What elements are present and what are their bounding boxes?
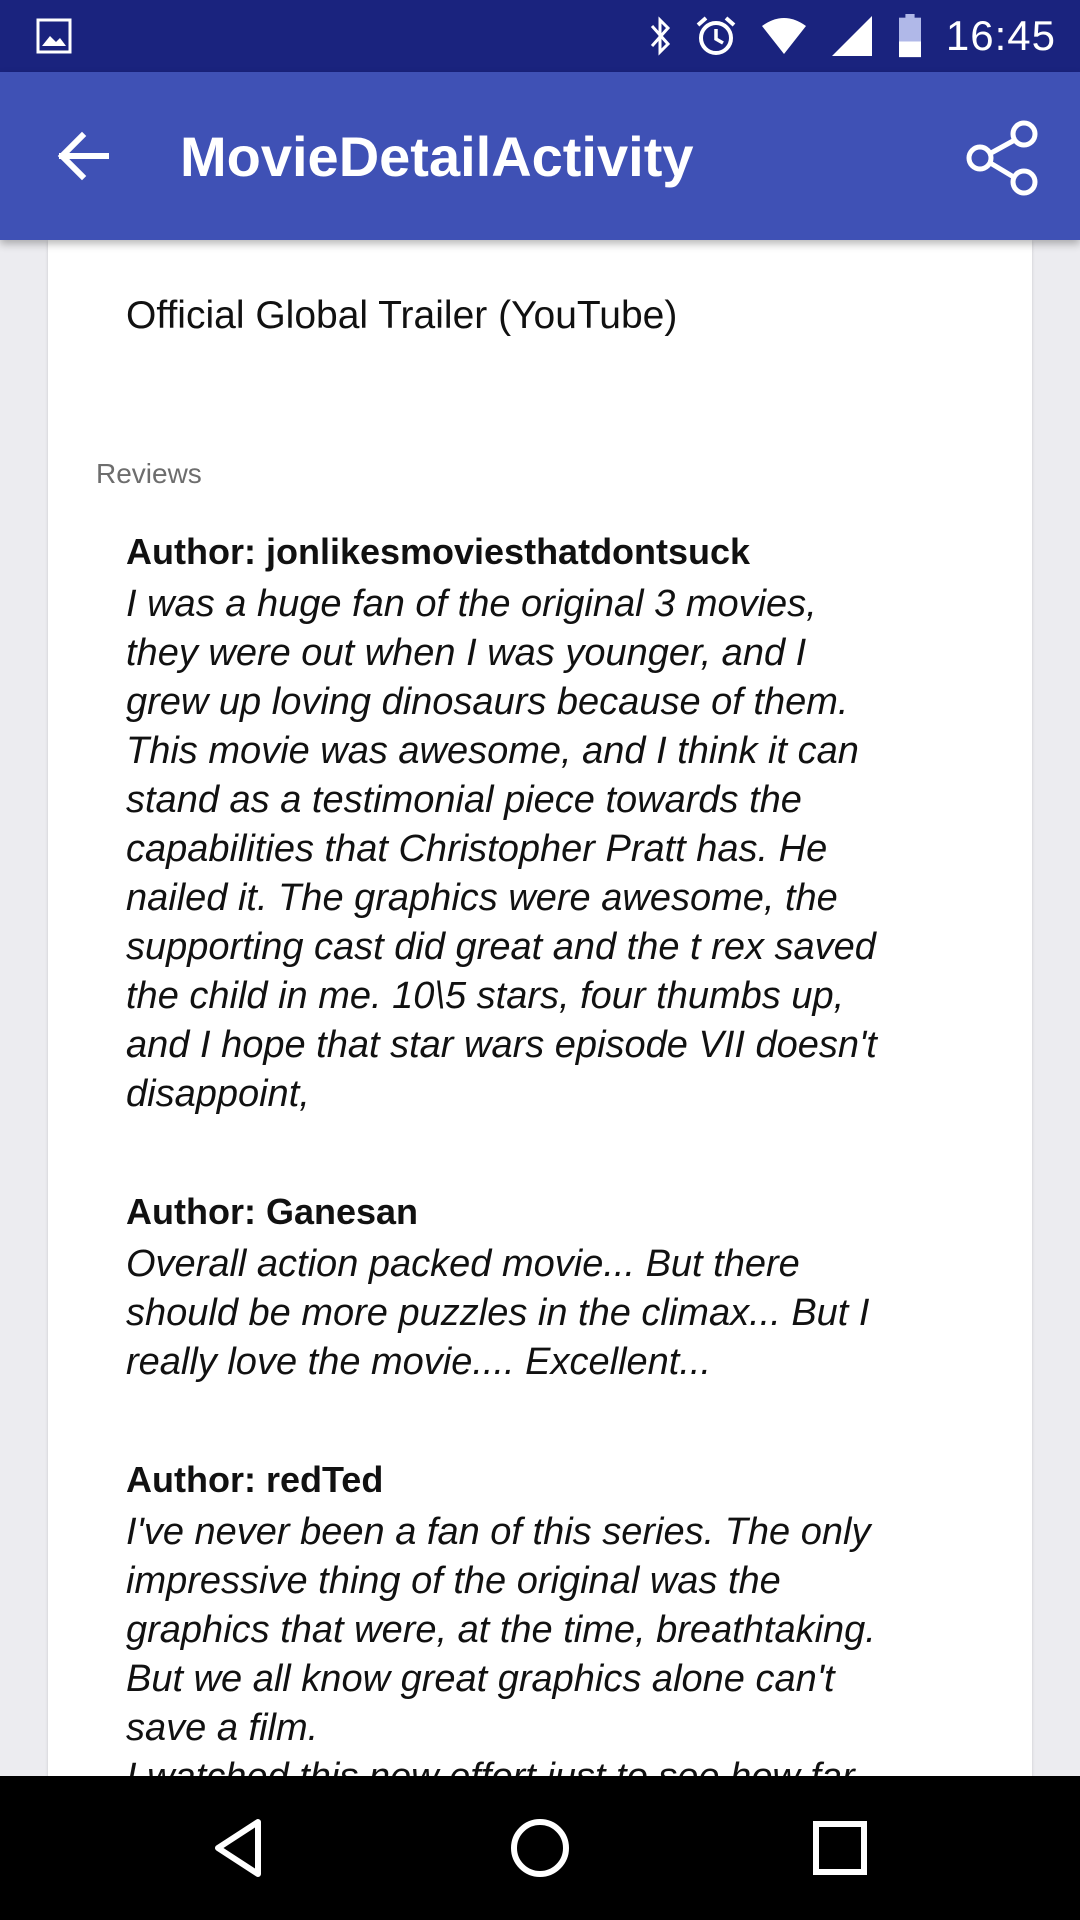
scroll-content[interactable]: Official Global Trailer (YouTube) Review… <box>0 240 1080 1776</box>
review-text: Overall action packed movie... But there… <box>126 1243 870 1383</box>
trailer-link[interactable]: Official Global Trailer (YouTube) <box>126 294 677 338</box>
app-title: MovieDetailActivity <box>180 125 694 188</box>
review-author: Author: Ganesan <box>126 1191 419 1232</box>
app-bar: MovieDetailActivity <box>0 72 1080 240</box>
back-triangle-icon[interactable] <box>204 1812 276 1884</box>
alarm-icon <box>696 16 736 55</box>
bluetooth-icon <box>650 16 670 56</box>
review-item: Author: Ganesan Overall action packed mo… <box>126 1190 966 1387</box>
wifi-icon <box>761 18 806 54</box>
detail-card: Official Global Trailer (YouTube) Review… <box>48 240 1032 1776</box>
status-bar: 16:45 <box>0 0 1080 72</box>
navigation-bar <box>0 1776 1080 1920</box>
status-time: 16:45 <box>945 12 1056 59</box>
home-circle-icon[interactable] <box>504 1812 576 1884</box>
battery-icon <box>898 14 921 58</box>
gallery-icon <box>36 18 72 54</box>
recents-square-icon[interactable] <box>804 1812 876 1884</box>
review-item: Author: redTed I've never been a fan of … <box>126 1458 966 1776</box>
back-arrow-icon[interactable] <box>44 116 124 196</box>
reviews-header: Reviews <box>96 458 202 489</box>
status-icons: 16:45 <box>648 0 1056 72</box>
review-item: Author: jonlikesmoviesthatdontsuck I was… <box>126 530 966 1119</box>
share-icon[interactable] <box>954 110 1050 206</box>
review-text: I was a huge fan of the original 3 movie… <box>126 583 877 1115</box>
review-author: Author: jonlikesmoviesthatdontsuck <box>126 531 751 572</box>
review-text: I've never been a fan of this series. Th… <box>126 1511 876 1776</box>
cellular-signal-icon <box>831 16 872 56</box>
review-author: Author: redTed <box>126 1459 384 1500</box>
